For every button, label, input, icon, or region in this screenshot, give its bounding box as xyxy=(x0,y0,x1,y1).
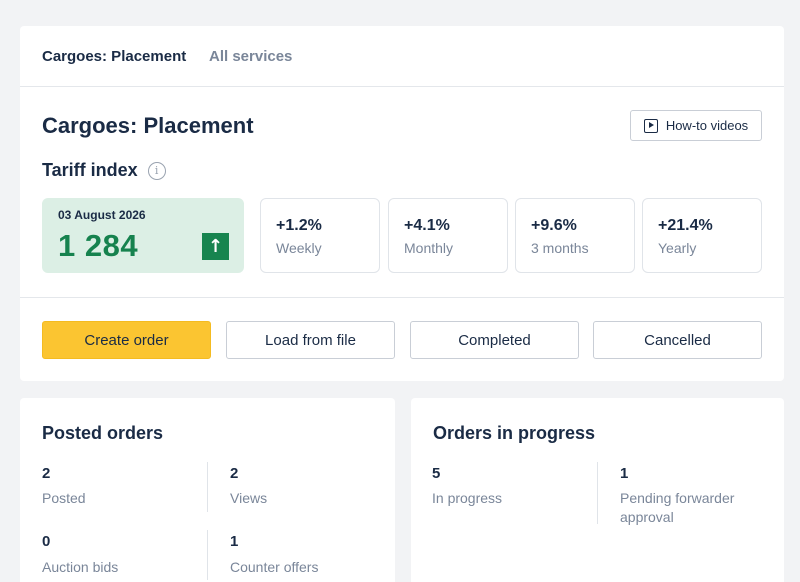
tab-all-services[interactable]: All services xyxy=(209,48,292,65)
tab-cargoes-placement[interactable]: Cargoes: Placement xyxy=(42,48,186,65)
cancelled-button[interactable]: Cancelled xyxy=(593,321,762,359)
stat-yearly: +21.4% Yearly xyxy=(642,198,762,273)
stat-weekly-label: Weekly xyxy=(276,240,322,256)
stat-3-months-label: 3 months xyxy=(531,240,589,256)
stat-weekly-value: +1.2% xyxy=(276,217,322,234)
posted-orders-card: Posted orders 2 Posted 2 Views 0 Auction… xyxy=(20,398,395,582)
metric-divider xyxy=(597,462,598,524)
main-panel: Cargoes: Placement All services Cargoes:… xyxy=(20,26,784,381)
create-order-button[interactable]: Create order xyxy=(42,321,211,359)
views-count: 2 xyxy=(230,465,239,482)
how-to-videos-label: How-to videos xyxy=(665,118,749,133)
in-progress-label: In progress xyxy=(432,490,503,506)
stat-yearly-label: Yearly xyxy=(658,240,697,256)
posted-count: 2 xyxy=(42,465,51,482)
auction-bids-label: Auction bids xyxy=(42,559,119,575)
counter-offers-label: Counter offers xyxy=(230,559,319,575)
in-progress-count: 5 xyxy=(432,465,441,482)
page-title: Cargoes: Placement xyxy=(42,113,254,138)
stat-monthly-label: Monthly xyxy=(404,240,454,256)
stat-3-months: +9.6% 3 months xyxy=(515,198,635,273)
play-video-icon xyxy=(643,118,658,133)
counter-offers-count: 1 xyxy=(230,533,239,550)
auction-bids-count: 0 xyxy=(42,533,51,550)
orders-in-progress-card: Orders in progress 5 In progress 1 Pendi… xyxy=(411,398,784,582)
metric-divider xyxy=(207,462,208,512)
tariff-index-card: 03 August 2026 1 284 ↑ xyxy=(42,198,244,273)
posted-label: Posted xyxy=(42,490,86,506)
stat-weekly: +1.2% Weekly xyxy=(260,198,380,273)
posted-orders-title: Posted orders xyxy=(42,423,164,443)
stat-monthly: +4.1% Monthly xyxy=(388,198,508,273)
stat-yearly-value: +21.4% xyxy=(658,217,713,234)
arrow-up-icon: ↑ xyxy=(202,233,229,260)
pending-approval-count: 1 xyxy=(620,465,629,482)
completed-button[interactable]: Completed xyxy=(410,321,579,359)
tariff-index-title: Tariff index xyxy=(42,160,138,180)
how-to-videos-button[interactable]: How-to videos xyxy=(630,110,762,141)
tariff-index-date: 03 August 2026 xyxy=(58,208,146,222)
orders-in-progress-title: Orders in progress xyxy=(433,423,596,443)
info-icon[interactable]: i xyxy=(147,161,166,180)
tab-bar: Cargoes: Placement All services xyxy=(20,26,784,87)
views-label: Views xyxy=(230,490,268,506)
stat-monthly-value: +4.1% xyxy=(404,217,450,234)
stat-3-months-value: +9.6% xyxy=(531,217,577,234)
tariff-index-heading: Tariff index i xyxy=(42,160,166,181)
pending-approval-label: Pending forwarder approval xyxy=(620,490,735,525)
section-divider xyxy=(20,297,784,298)
load-from-file-button[interactable]: Load from file xyxy=(226,321,395,359)
metric-divider xyxy=(207,530,208,580)
tariff-index-value: 1 284 xyxy=(58,228,139,263)
